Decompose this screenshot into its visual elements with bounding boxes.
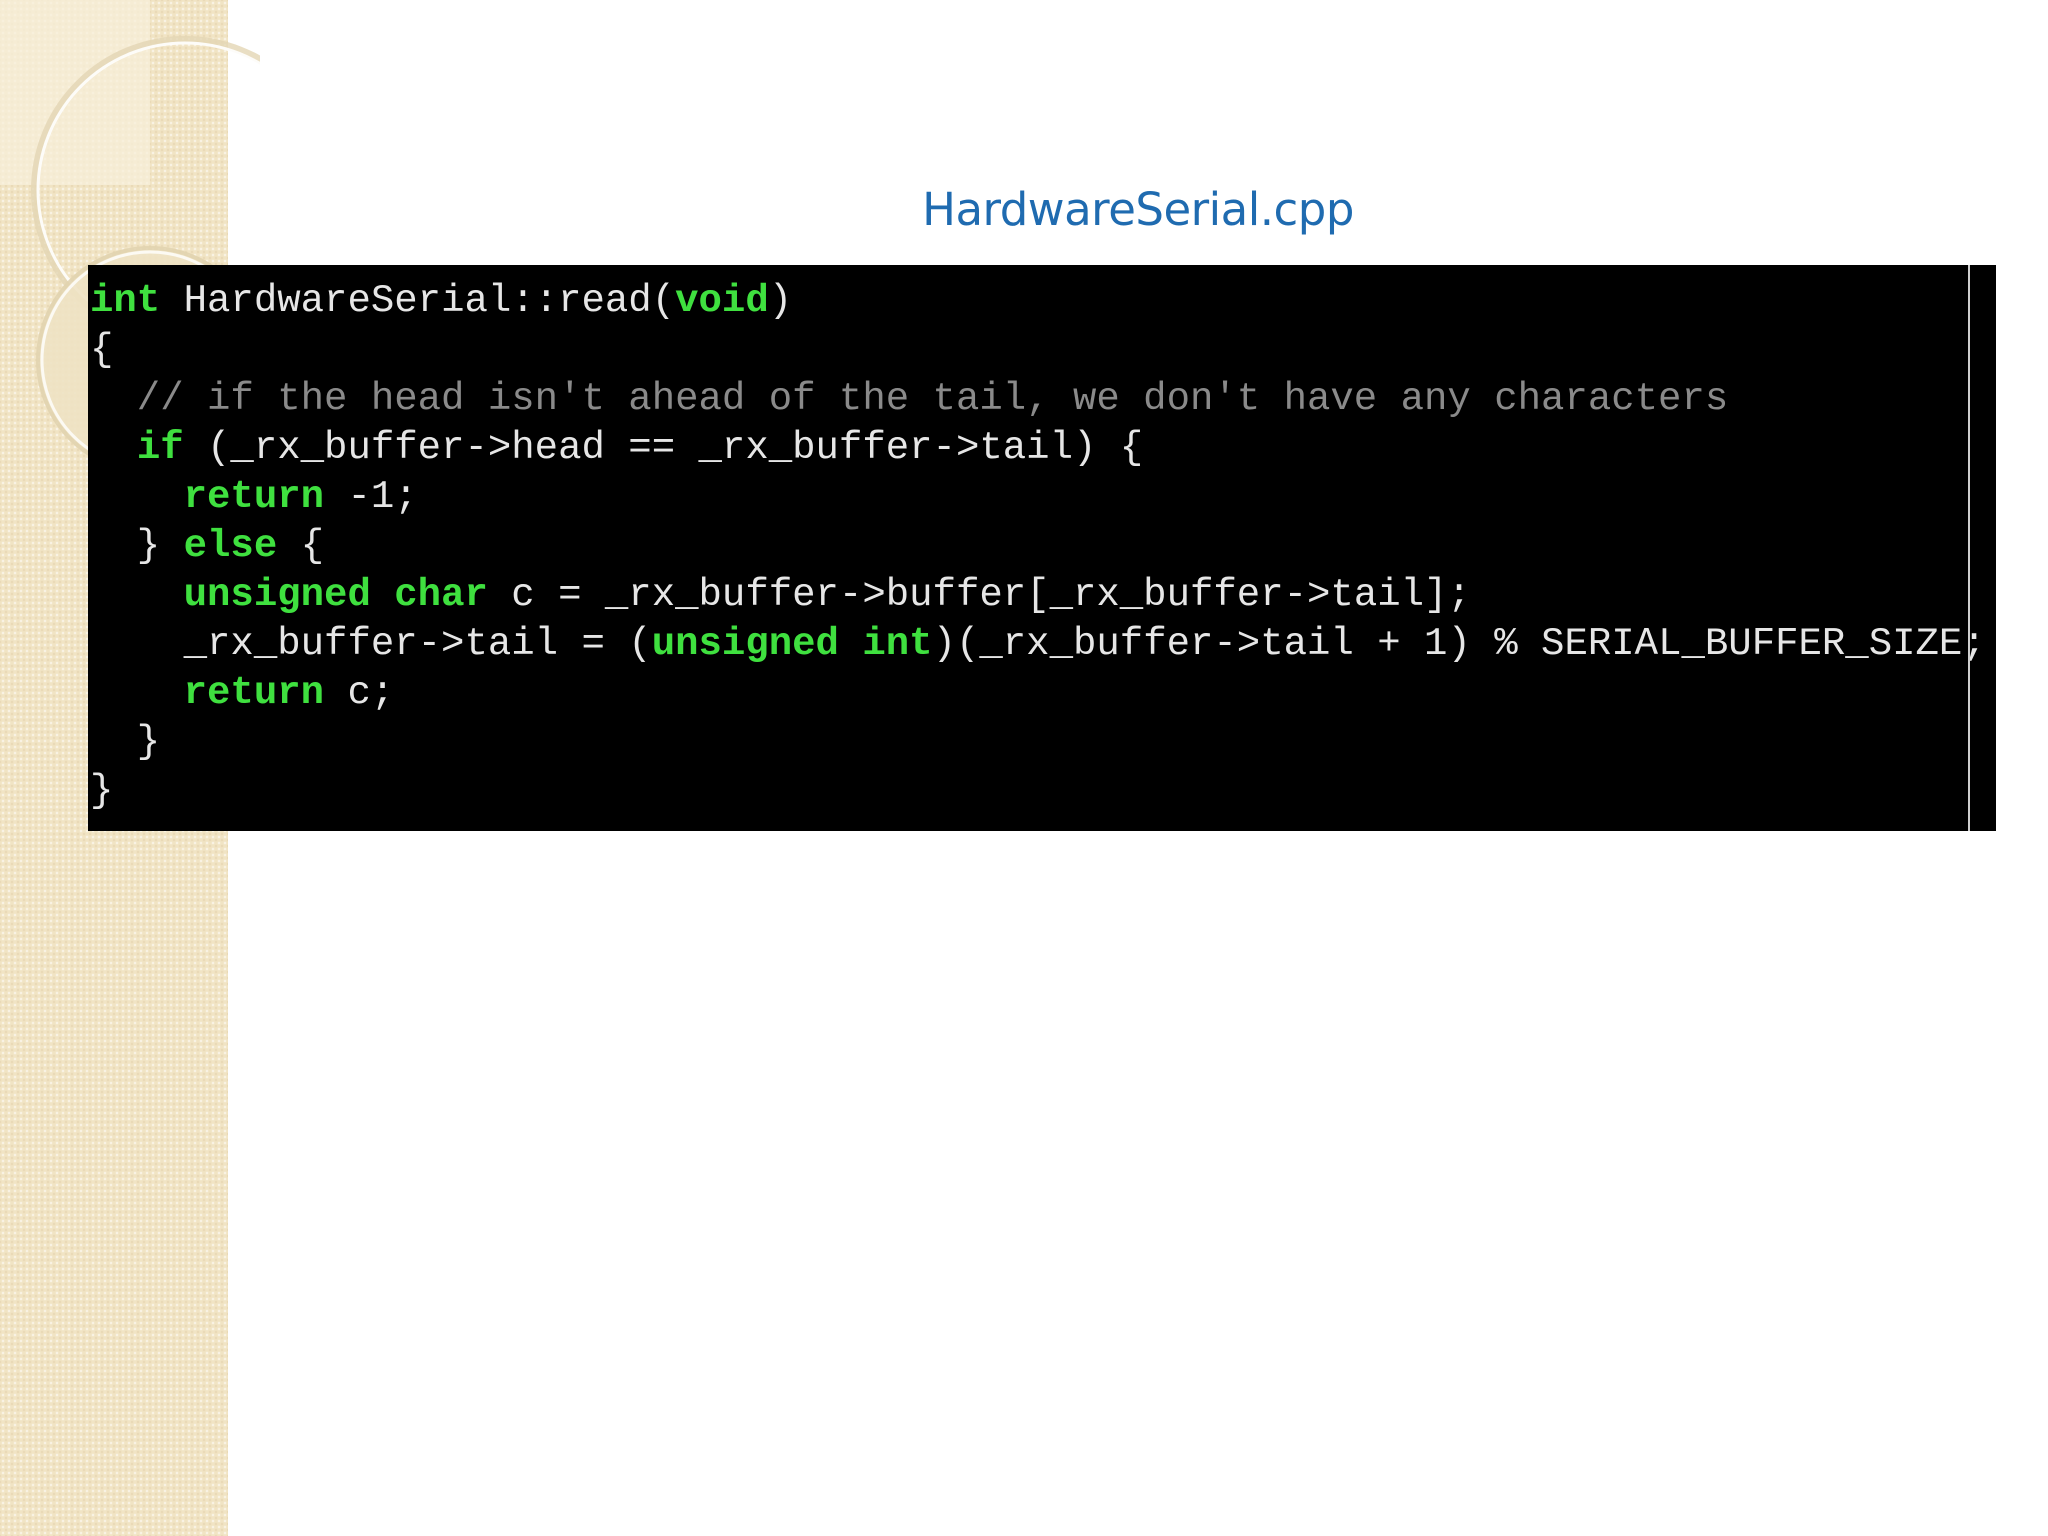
code-token: {	[277, 524, 325, 568]
code-token: }	[90, 720, 161, 764]
code-line: if (_rx_buffer->head == _rx_buffer->tail…	[90, 424, 1986, 473]
code-token: (	[651, 279, 676, 323]
code-line: {	[90, 326, 1986, 375]
code-line: } else {	[90, 522, 1986, 571]
code-keyword: unsigned int	[651, 622, 933, 666]
code-line: _rx_buffer->tail = (unsigned int)(_rx_bu…	[90, 620, 1986, 669]
code-line: unsigned char c = _rx_buffer->buffer[_rx…	[90, 571, 1986, 620]
slide-title: HardwareSerial.cpp	[922, 183, 1354, 236]
code-token: )	[768, 279, 793, 323]
code-line: int HardwareSerial::read(void)	[90, 277, 1986, 326]
code-keyword: unsigned char	[183, 573, 488, 617]
code-comment: // if the head isn't ahead of the tail, …	[90, 377, 1729, 421]
code-keyword: int	[90, 279, 161, 323]
code-token: }	[90, 769, 114, 813]
slide: HardwareSerial.cpp int HardwareSerial::r…	[0, 0, 2048, 1536]
code-line: }	[90, 767, 1986, 816]
code-keyword: else	[183, 524, 278, 568]
code-line: return -1;	[90, 473, 1986, 522]
code-line: return c;	[90, 669, 1986, 718]
code-token: }	[90, 524, 184, 568]
code-token: )(_rx_buffer->tail + 1) % SERIAL_BUFFER_…	[932, 622, 1986, 666]
code-line: // if the head isn't ahead of the tail, …	[90, 375, 1986, 424]
code-keyword: return	[183, 475, 325, 519]
code-keyword: return	[183, 671, 325, 715]
code-panel-divider	[1968, 265, 1970, 831]
code-token: (_rx_buffer->head == _rx_buffer->tail) {	[183, 426, 1144, 470]
code-token: {	[90, 328, 114, 372]
code-token: c = _rx_buffer->buffer[_rx_buffer->tail]…	[487, 573, 1471, 617]
code-token: HardwareSerial::read	[160, 279, 652, 323]
code-keyword: void	[675, 279, 769, 323]
code-line: }	[90, 718, 1986, 767]
code-token: _rx_buffer->tail = (	[90, 622, 652, 666]
code-block: int HardwareSerial::read(void){ // if th…	[90, 277, 1986, 816]
code-token: c;	[324, 671, 395, 715]
code-screenshot: int HardwareSerial::read(void){ // if th…	[88, 265, 1996, 831]
code-keyword: if	[136, 426, 184, 470]
code-token: -1;	[324, 475, 418, 519]
